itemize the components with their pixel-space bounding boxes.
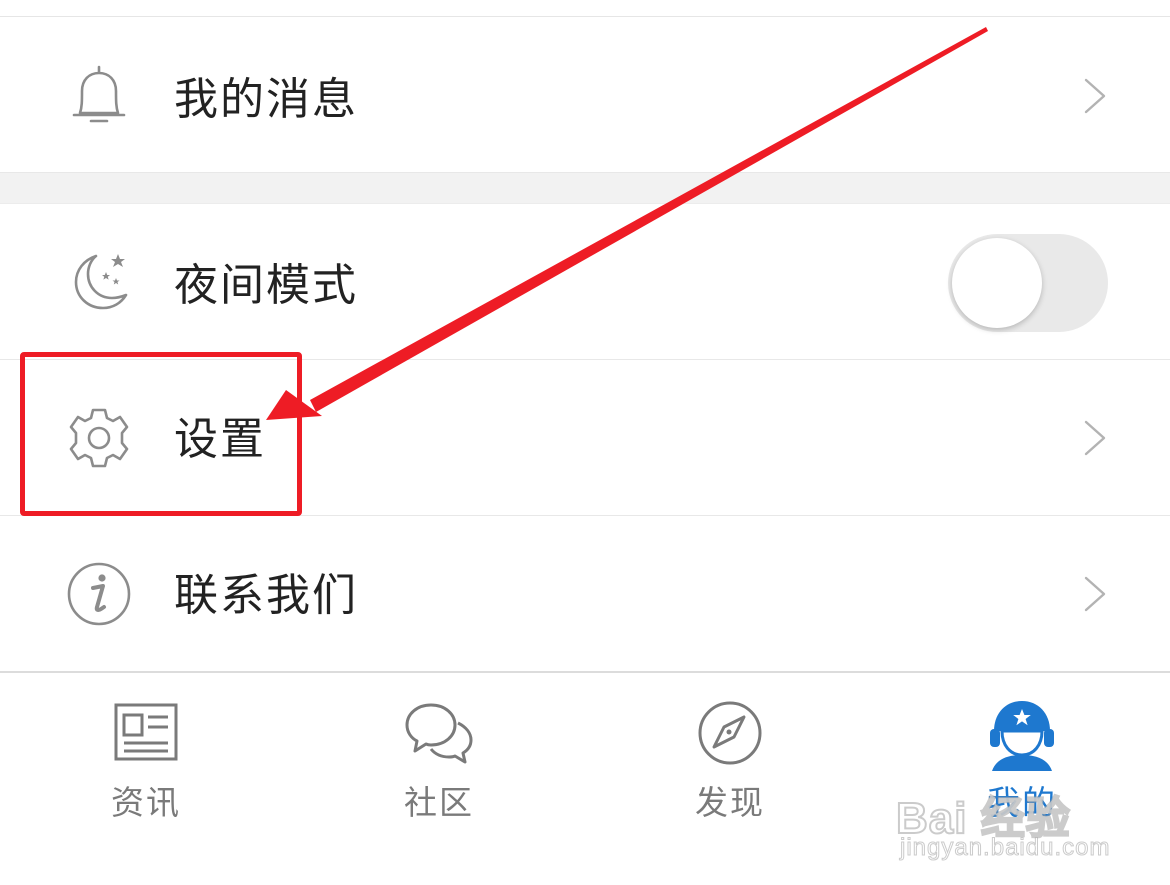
bell-icon bbox=[64, 61, 134, 131]
chevron-right-icon bbox=[1084, 576, 1106, 612]
annotation-highlight-box bbox=[20, 352, 302, 516]
menu-item-messages[interactable]: 我的消息 bbox=[0, 17, 1170, 172]
compass-icon bbox=[698, 701, 762, 765]
section-gap bbox=[0, 172, 1170, 204]
contact-label: 联系我们 bbox=[174, 570, 358, 621]
avatar-helmet-icon bbox=[990, 701, 1054, 771]
messages-label: 我的消息 bbox=[174, 74, 358, 125]
chevron-right-icon bbox=[1084, 420, 1106, 456]
chat-bubbles-icon bbox=[405, 703, 473, 764]
night-mode-label: 夜间模式 bbox=[174, 260, 358, 311]
watermark-url: jingyan.baidu.com bbox=[899, 834, 1111, 862]
chevron-right-icon bbox=[1084, 78, 1106, 114]
moon-stars-icon bbox=[64, 246, 134, 316]
tab-discover-label: 发现 bbox=[695, 783, 765, 822]
tab-community-label: 社区 bbox=[404, 783, 474, 822]
tab-news-label: 资讯 bbox=[111, 783, 181, 822]
info-icon bbox=[64, 559, 134, 629]
night-mode-toggle[interactable] bbox=[948, 234, 1108, 332]
tab-news[interactable]: 资讯 bbox=[46, 673, 246, 885]
baidu-jingyan-watermark: Bai 经验 jingyan.baidu.com bbox=[895, 782, 1156, 872]
news-icon bbox=[114, 703, 178, 761]
tab-discover[interactable]: 发现 bbox=[630, 673, 830, 885]
toggle-knob bbox=[952, 238, 1042, 328]
menu-item-contact[interactable]: 联系我们 bbox=[0, 516, 1170, 670]
tab-community[interactable]: 社区 bbox=[339, 673, 539, 885]
